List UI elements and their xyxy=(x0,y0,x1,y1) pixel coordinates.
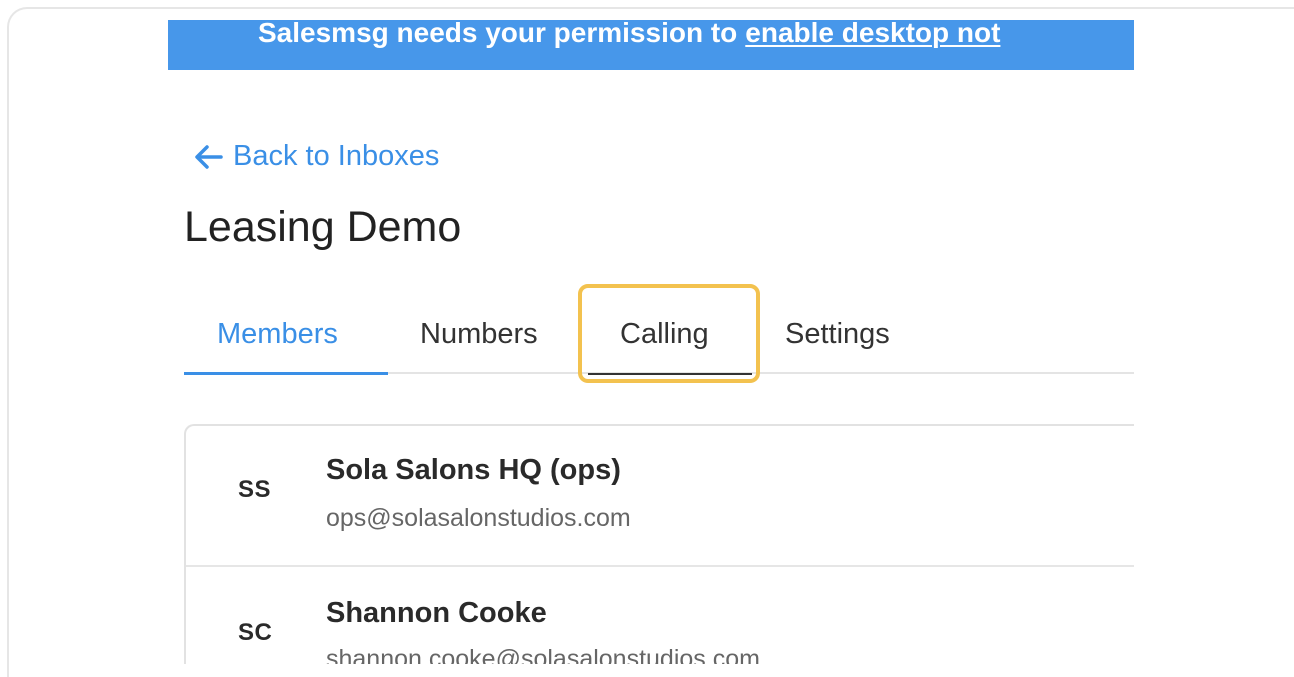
desktop-notification-banner: Salesmsg needs your permission to enable … xyxy=(168,20,1134,70)
banner-message: Salesmsg needs your permission to enable … xyxy=(258,20,1000,50)
member-avatar-initials: SC xyxy=(238,619,273,646)
inbox-tabs: Members Numbers Calling Settings xyxy=(184,290,1134,375)
member-name: Sola Salons HQ (ops) xyxy=(326,454,621,486)
banner-message-text: Salesmsg needs your permission to xyxy=(258,20,738,48)
inbox-settings-page: Salesmsg needs your permission to enable … xyxy=(168,20,1134,664)
tab-members[interactable]: Members xyxy=(217,316,338,352)
page-title: Leasing Demo xyxy=(184,203,462,251)
arrow-left-icon xyxy=(195,144,223,169)
member-list-item[interactable]: SS Sola Salons HQ (ops) ops@solasalonstu… xyxy=(186,426,1134,567)
calling-tab-underline xyxy=(588,373,752,375)
members-list: SS Sola Salons HQ (ops) ops@solasalonstu… xyxy=(184,424,1134,664)
member-email: shannon.cooke@solasalonstudios.com xyxy=(326,645,760,664)
tab-calling[interactable]: Calling xyxy=(620,316,709,352)
enable-desktop-notifications-link[interactable]: enable desktop not xyxy=(745,20,1000,48)
active-tab-indicator xyxy=(184,372,388,375)
member-email: ops@solasalonstudios.com xyxy=(326,504,631,532)
back-to-inboxes-label: Back to Inboxes xyxy=(233,140,440,172)
member-name: Shannon Cooke xyxy=(326,597,547,629)
member-avatar-initials: SS xyxy=(238,476,272,503)
tab-numbers[interactable]: Numbers xyxy=(420,316,538,352)
member-list-item[interactable]: SC Shannon Cooke shannon.cooke@solasalon… xyxy=(186,567,1134,664)
tab-settings[interactable]: Settings xyxy=(785,316,890,352)
back-to-inboxes-link[interactable]: Back to Inboxes xyxy=(194,140,439,173)
